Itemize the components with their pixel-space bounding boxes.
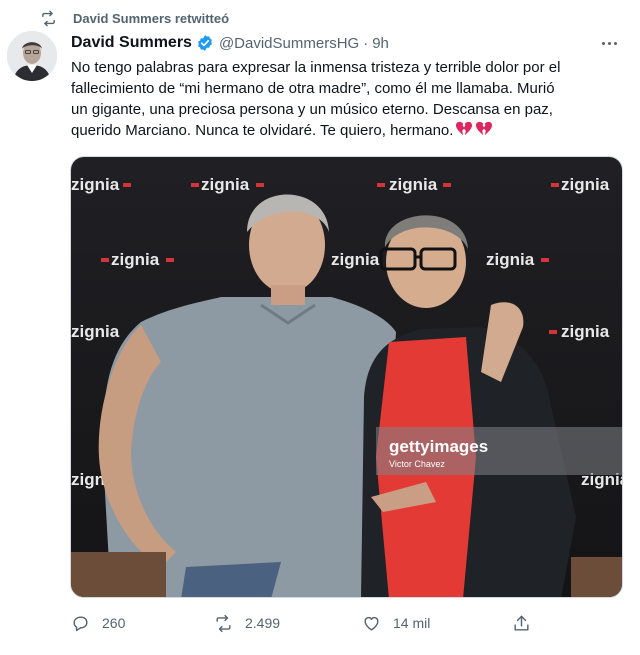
retweet-button[interactable]: 2.499	[214, 614, 362, 633]
verified-badge-icon	[196, 34, 214, 52]
display-name[interactable]: David Summers	[71, 34, 192, 52]
backdrop-logo: zignia	[561, 175, 610, 194]
separator-dot: ·	[363, 34, 369, 52]
reply-button[interactable]: 260	[71, 614, 214, 633]
like-button[interactable]: 14 mil	[362, 614, 512, 633]
retweet-icon	[216, 614, 231, 632]
getty-watermark: gettyimages	[389, 437, 488, 456]
tweet-header: David Summers @DavidSummersHG · 9h	[71, 33, 614, 53]
backdrop-logo: zignia	[331, 250, 380, 269]
photo-credit: Victor Chavez	[389, 459, 445, 469]
tweet-actions: 260 2.499 14 mil	[71, 610, 541, 636]
reply-count: 260	[102, 615, 126, 631]
more-options-icon[interactable]	[598, 33, 620, 53]
tweet-text-block: No tengo palabras para expresar la inmen…	[71, 57, 616, 141]
backdrop-logo: zignia	[561, 322, 610, 341]
avatar[interactable]	[7, 31, 57, 81]
backdrop-logo: zignia	[486, 250, 535, 269]
retweet-banner-label: David Summers retwitteó	[73, 10, 230, 26]
user-handle[interactable]: @DavidSummersHG	[219, 35, 359, 52]
backdrop-logo: zignia	[389, 175, 438, 194]
tweet-photo[interactable]: zignia zignia zignia zignia zignia zigni…	[70, 156, 623, 598]
broken-heart-emojis	[455, 121, 493, 137]
broken-heart-icon	[456, 121, 473, 136]
reply-icon	[73, 615, 88, 631]
retweet-icon	[40, 10, 57, 27]
tweet-timestamp[interactable]: 9h	[372, 35, 389, 52]
backdrop-logo: zignia	[71, 322, 120, 341]
share-icon	[514, 615, 529, 631]
broken-heart-icon	[476, 121, 493, 136]
like-count: 14 mil	[393, 615, 431, 631]
backdrop-logo: zignia	[111, 250, 160, 269]
backdrop-logo: zignia	[71, 175, 120, 194]
retweet-banner[interactable]: David Summers retwitteó	[40, 9, 229, 27]
retweet-count: 2.499	[245, 615, 281, 631]
share-button[interactable]	[512, 614, 531, 633]
heart-icon	[364, 616, 379, 631]
backdrop-logo: zignia	[201, 175, 250, 194]
